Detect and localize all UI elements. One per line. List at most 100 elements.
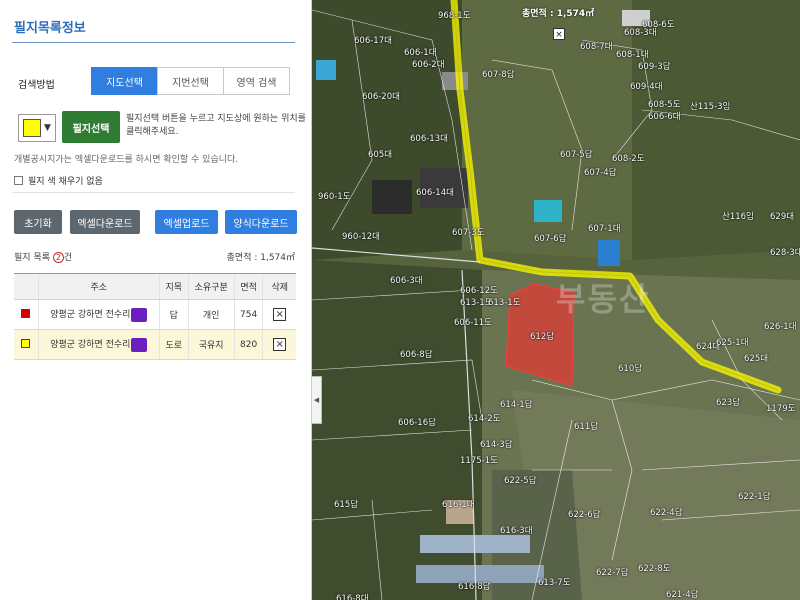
parcel-select-button[interactable]: 필지선택 (62, 111, 120, 143)
form-download-button[interactable]: 양식다운로드 (225, 210, 297, 234)
table-row[interactable]: 양평군 강하면 전수리 도로 국유지 820 × (14, 329, 296, 360)
parcel-label: 960-1도 (318, 192, 351, 202)
parcel-label: 606-16답 (398, 418, 436, 428)
parcel-label: 622-6답 (568, 510, 601, 520)
parcel-list-panel: 필지목록정보 검색방법 지도선택 지번선택 영역 검색 ▼ 필지선택 필지선택 … (0, 0, 312, 600)
parcel-label: 606-3대 (390, 276, 423, 286)
parcel-label: 606-2대 (412, 60, 445, 70)
row-area: 820 (233, 329, 263, 360)
excel-upload-button[interactable]: 엑셀업로드 (155, 210, 218, 234)
search-method-label: 검색방법 (18, 80, 55, 91)
parcel-label: 606-11도 (454, 318, 492, 328)
row-category: 도로 (158, 329, 189, 360)
parcel-label: 614-2도 (468, 414, 501, 424)
parcel-label: 606-14대 (416, 188, 454, 198)
row-owner: 개인 (187, 299, 235, 330)
divider (12, 192, 295, 193)
redaction-mark (131, 307, 148, 322)
tab-area-search[interactable]: 영역 검색 (223, 67, 290, 95)
watermark: 부동산 (556, 280, 651, 318)
parcel-label: 611답 (574, 422, 599, 432)
parcel-label: 608-6도 (642, 20, 675, 30)
parcel-label: 621-4답 (666, 590, 699, 600)
search-method-tabs: 지도선택 지번선택 영역 검색 (91, 67, 290, 95)
parcel-label: 606-6대 (648, 112, 681, 122)
parcel-label: 622-7답 (596, 568, 629, 578)
parcel-label: 613-1도 (488, 298, 521, 308)
panel-title: 필지목록정보 (14, 21, 86, 36)
excel-note: 개별공시지가는 엑셀다운로드를 하시면 확인할 수 있습니다. (14, 155, 239, 165)
parcel-label: 607-1대 (588, 224, 621, 234)
col-category: 지목 (158, 273, 189, 300)
excel-download-button[interactable]: 엑셀다운로드 (70, 210, 140, 234)
no-fill-checkbox[interactable] (14, 176, 23, 185)
select-hint: 필지선택 버튼을 누르고 지도상에 원하는 위치를 클릭해주세요. (126, 114, 306, 137)
parcel-table: 주소 지목 소유구분 면적 삭제 양평군 강하면 전수리 답 개인 754 × … (14, 273, 296, 360)
parcel-label: 608-1대 (616, 50, 649, 60)
list-header: 필지 목록 2건 총면적 : 1,574㎡ (14, 250, 295, 263)
parcel-label: 626-1대 (764, 322, 797, 332)
collapse-panel-handle[interactable]: ◀ (312, 376, 322, 424)
fill-color-picker[interactable]: ▼ (18, 114, 56, 142)
parcel-label: 616-3대 (500, 526, 533, 536)
parcel-label: 625-1대 (716, 338, 749, 348)
parcel-label: 609-4대 (630, 82, 663, 92)
no-fill-option[interactable]: 필지 색 채우기 없음 (14, 174, 103, 187)
row-color-dot (21, 308, 31, 318)
col-owner: 소유구분 (187, 273, 235, 300)
redaction-mark (131, 337, 148, 352)
map-total-area: 총면적 : 1,574㎡ (522, 9, 595, 19)
color-swatch (23, 119, 41, 137)
parcel-label: 605대 (368, 150, 393, 160)
delete-icon[interactable]: × (273, 308, 287, 321)
parcel-label: 606-1대 (404, 48, 437, 58)
row-address: 양평군 강하면 전수리 (50, 310, 131, 321)
reset-button[interactable]: 초기화 (14, 210, 62, 234)
row-category: 답 (158, 299, 189, 330)
parcel-label: 614-3답 (480, 440, 513, 450)
list-count: 필지 목록 2건 (14, 252, 73, 263)
parcel-label: 607-8답 (482, 70, 515, 80)
row-area: 754 (233, 299, 263, 330)
close-icon[interactable]: × (553, 28, 565, 40)
parcel-label: 606-17대 (354, 36, 392, 46)
col-area: 면적 (233, 273, 263, 300)
col-color (14, 273, 39, 300)
parcel-label: 609-3답 (638, 62, 671, 72)
table-row[interactable]: 양평군 강하면 전수리 답 개인 754 × (14, 299, 296, 330)
parcel-label: 607-6답 (534, 234, 567, 244)
parcel-label: 968-1도 (438, 11, 471, 21)
tab-lot-select[interactable]: 지번선택 (157, 67, 224, 95)
parcel-label: 960-12대 (342, 232, 380, 242)
parcel-label: 616-8대 (336, 594, 369, 600)
chevron-down-icon: ▼ (44, 123, 51, 133)
parcel-label: 610답 (618, 364, 643, 374)
tab-map-select[interactable]: 지도선택 (91, 67, 158, 95)
parcel-label: 608-2도 (612, 154, 645, 164)
row-color-dot (21, 338, 31, 348)
title-divider (12, 42, 295, 43)
col-address: 주소 (37, 273, 160, 300)
parcel-label: 산116임 (722, 212, 754, 222)
parcel-label: 622-8도 (638, 564, 671, 574)
parcel-label: 1179도 (766, 404, 796, 414)
parcel-label: 616-1대 (442, 500, 475, 510)
satellite-map[interactable]: 968-1도 606-17대 606-1대 606-2대 606-20대 607-8답 60… (312, 0, 800, 600)
parcel-label: 606-20대 (362, 92, 400, 102)
row-address: 양평군 강하면 전수리 (50, 340, 131, 351)
parcel-label: 615답 (334, 500, 359, 510)
parcel-label: 628-3대 (770, 248, 800, 258)
parcel-label: 622-1답 (738, 492, 771, 502)
delete-icon[interactable]: × (273, 338, 287, 351)
parcel-label: 607-3도 (452, 228, 485, 238)
total-area: 총면적 : 1,574㎡ (226, 253, 295, 263)
parcel-label: 606-13대 (410, 134, 448, 144)
parcel-label: 606-12도 (460, 286, 498, 296)
parcel-label: 607-4답 (584, 168, 617, 178)
parcel-label: 608-7대 (580, 42, 613, 52)
parcel-label: 산115-3임 (690, 102, 731, 112)
parcel-label: 623답 (716, 398, 741, 408)
parcel-label: 622-4답 (650, 508, 683, 518)
col-delete: 삭제 (262, 273, 296, 300)
parcel-label: 613-7도 (538, 578, 571, 588)
